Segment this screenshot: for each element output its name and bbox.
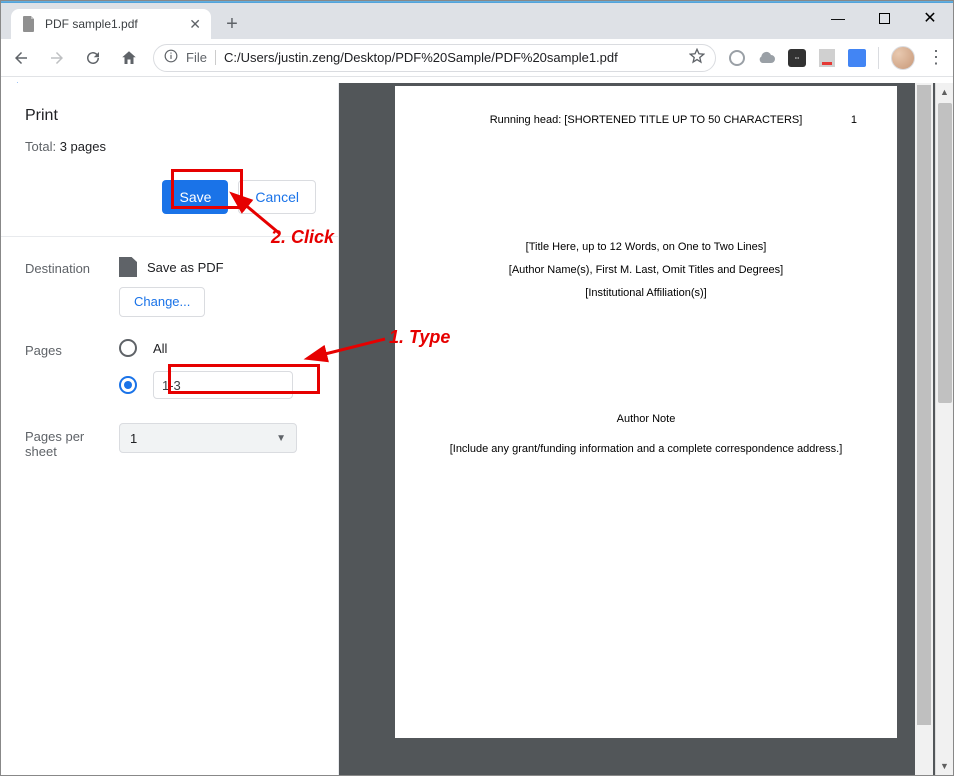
print-preview: Running head: [SHORTENED TITLE UP TO 50 …	[339, 83, 953, 775]
profile-avatar[interactable]	[891, 46, 915, 70]
extension-circle-icon[interactable]	[728, 49, 746, 67]
annotation-type-arrow	[313, 335, 393, 361]
pages-per-sheet-label: Pages per sheet	[25, 423, 119, 459]
author-note-heading: Author Note	[431, 413, 861, 425]
menu-button[interactable]: ⋮	[927, 47, 945, 68]
pages-label: Pages	[25, 339, 119, 358]
print-dialog: Print Total: 3 pages Save Cancel Destina…	[1, 83, 339, 775]
running-head: Running head: [SHORTENED TITLE UP TO 50 …	[490, 114, 803, 126]
home-button[interactable]	[117, 46, 141, 70]
preview-scrollbar[interactable]	[915, 83, 933, 775]
doc-author: [Author Name(s), First M. Last, Omit Tit…	[431, 259, 861, 282]
window-minimize-button[interactable]: —	[815, 3, 861, 33]
change-destination-button[interactable]: Change...	[119, 287, 205, 317]
doc-title: [Title Here, up to 12 Words, on One to T…	[431, 236, 861, 259]
caret-down-icon: ▼	[276, 433, 286, 444]
reload-button[interactable]	[81, 46, 105, 70]
destination-value: Save as PDF	[147, 260, 224, 275]
new-tab-button[interactable]: +	[217, 9, 247, 39]
window-maximize-button[interactable]	[861, 3, 907, 33]
extension-cloud-icon[interactable]	[758, 49, 776, 67]
forward-button[interactable]	[45, 46, 69, 70]
annotation-click-arrow	[235, 195, 287, 241]
pages-all-radio[interactable]: All	[119, 339, 316, 357]
file-icon	[21, 16, 37, 32]
print-total: Total: 3 pages	[25, 139, 316, 154]
print-heading: Print	[25, 107, 316, 125]
browser-tab-strip: PDF sample1.pdf ✕ + — ✕	[1, 3, 953, 39]
bookmark-star-icon[interactable]	[689, 48, 705, 67]
annotation-save-highlight	[171, 169, 243, 209]
extension-pdf-icon[interactable]	[818, 49, 836, 67]
url-scheme: File	[186, 50, 216, 65]
back-button[interactable]	[9, 46, 33, 70]
scroll-down-icon[interactable]: ▼	[936, 757, 953, 775]
doc-affiliation: [Institutional Affiliation(s)]	[431, 282, 861, 305]
author-note-body: [Include any grant/funding information a…	[431, 443, 861, 455]
extension-translate-icon[interactable]	[848, 49, 866, 67]
window-close-button[interactable]: ✕	[907, 3, 953, 33]
url-text: C:/Users/justin.zeng/Desktop/PDF%20Sampl…	[224, 50, 618, 65]
pages-per-sheet-select[interactable]: 1 ▼	[119, 423, 297, 453]
close-tab-icon[interactable]: ✕	[189, 16, 201, 33]
browser-tab[interactable]: PDF sample1.pdf ✕	[11, 9, 211, 39]
extension-square-icon[interactable]: •••	[788, 49, 806, 67]
page-number: 1	[851, 114, 857, 126]
annotation-type-text: 1. Type	[389, 327, 450, 348]
destination-label: Destination	[25, 257, 119, 276]
info-icon[interactable]	[164, 49, 178, 66]
tab-title: PDF sample1.pdf	[45, 17, 138, 31]
address-bar[interactable]: File C:/Users/justin.zeng/Desktop/PDF%20…	[153, 44, 716, 72]
preview-page: Running head: [SHORTENED TITLE UP TO 50 …	[395, 86, 897, 738]
window-scrollbar[interactable]: ▲ ▼	[935, 83, 953, 775]
pdf-file-icon	[119, 257, 137, 277]
browser-toolbar: File C:/Users/justin.zeng/Desktop/PDF%20…	[1, 39, 953, 77]
annotation-input-highlight	[168, 364, 320, 394]
scroll-up-icon[interactable]: ▲	[936, 83, 953, 101]
